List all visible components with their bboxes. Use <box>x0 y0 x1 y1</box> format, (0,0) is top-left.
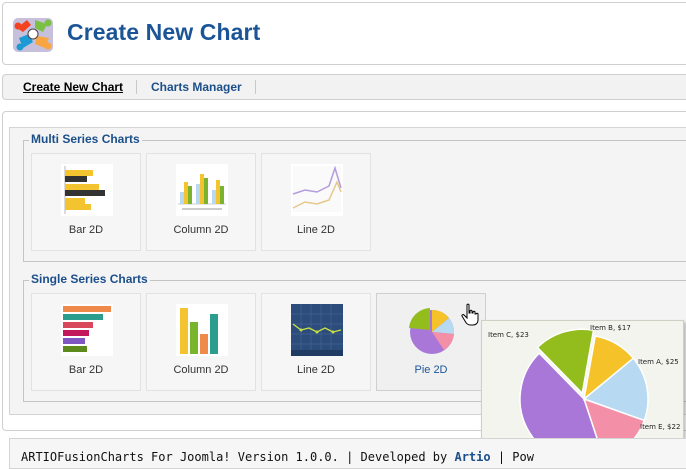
joomla-logo-icon <box>13 18 53 52</box>
footer: ARTIOFusionCharts For Joomla! Version 1.… <box>9 438 686 469</box>
multi-bar-2d-thumbnail <box>61 164 113 216</box>
tile-label: Pie 2D <box>414 364 448 376</box>
tile-label: Column 2D <box>173 224 229 236</box>
submenu-separator <box>136 80 137 94</box>
tile-single-line-2d[interactable]: Line 2D <box>261 293 371 391</box>
pie-slice-label: Item A, $25 <box>638 358 679 366</box>
page-title: Create New Chart <box>67 19 261 45</box>
multi-series-title: Multi Series Charts <box>29 132 142 146</box>
multi-line-2d-thumbnail <box>291 164 343 216</box>
single-series-title: Single Series Charts <box>29 272 150 286</box>
page-header: Create New Chart <box>2 2 686 65</box>
tile-single-bar-2d[interactable]: Bar 2D <box>31 293 141 391</box>
footer-text-prefix: ARTIOFusionCharts For Joomla! Version 1.… <box>21 450 455 464</box>
single-pie-2d-thumbnail <box>409 308 455 354</box>
tile-label: Line 2D <box>297 224 335 236</box>
submenu-item-charts-manager[interactable]: Charts Manager <box>151 80 242 94</box>
tile-multi-column-2d[interactable]: Column 2D <box>146 153 256 251</box>
tile-multi-line-2d[interactable]: Line 2D <box>261 153 371 251</box>
pie-slice-label: Item E, $22 <box>640 423 680 431</box>
footer-text-suffix: | Pow <box>490 450 534 464</box>
single-line-2d-thumbnail <box>291 304 343 356</box>
pie-slice-label: Item C, $23 <box>488 331 529 339</box>
submenu-item-create-new-chart[interactable]: Create New Chart <box>23 80 123 94</box>
tile-multi-bar-2d[interactable]: Bar 2D <box>31 153 141 251</box>
submenu-separator <box>255 80 256 94</box>
footer-artio-link[interactable]: Artio <box>454 450 490 464</box>
single-bar-2d-thumbnail <box>61 304 113 356</box>
tile-label: Line 2D <box>297 364 335 376</box>
tile-single-column-2d[interactable]: Column 2D <box>146 293 256 391</box>
footer-text: ARTIOFusionCharts For Joomla! Version 1.… <box>21 450 534 464</box>
submenu-bar: Create New Chart Charts Manager <box>2 74 686 100</box>
single-column-2d-thumbnail <box>176 304 228 356</box>
multi-series-group: Multi Series Charts Bar 2D Column 2D Lin… <box>23 132 686 262</box>
hand-pointer-cursor-icon <box>461 303 479 326</box>
tile-label: Bar 2D <box>68 224 104 236</box>
tile-label: Bar 2D <box>68 364 104 376</box>
multi-column-2d-thumbnail <box>176 164 228 216</box>
pie-slice-label: Item B, $17 <box>590 324 631 332</box>
tile-label: Column 2D <box>173 364 229 376</box>
